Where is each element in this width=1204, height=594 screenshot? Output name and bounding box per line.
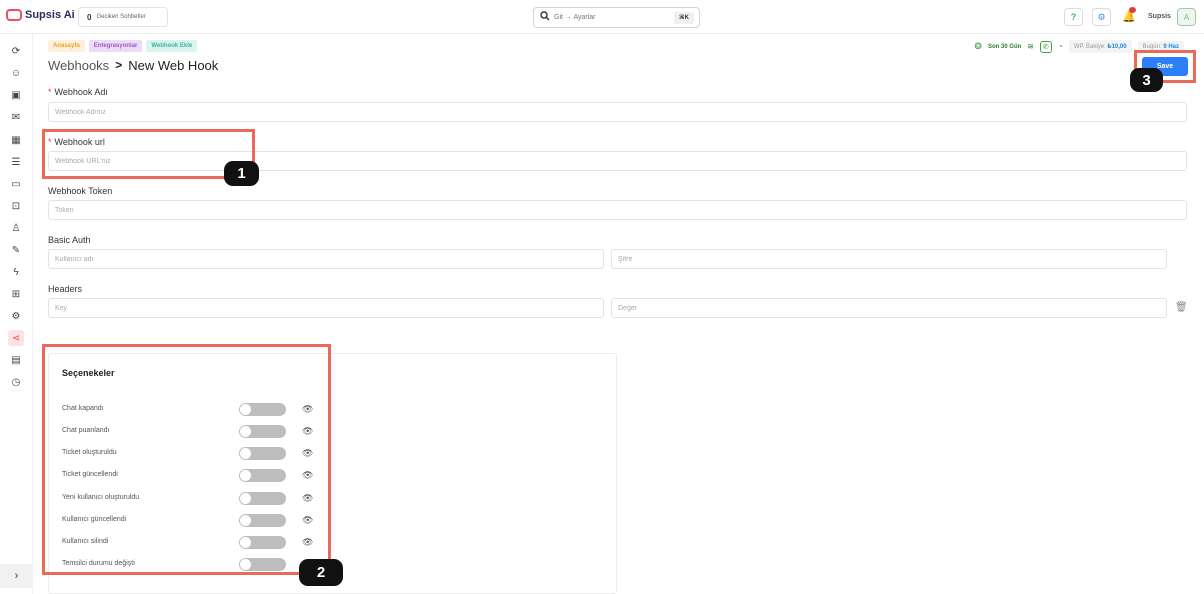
logo[interactable]: Supsis Ai (6, 9, 75, 21)
webhook-name-label: * Webhook Adı (48, 87, 108, 97)
header-key-input[interactable] (48, 298, 604, 318)
calendar-icon[interactable]: ▦ (8, 132, 24, 148)
delayed-chats-button[interactable]: 0 Geciken Sohbetler (78, 7, 168, 27)
page-title: Webhooks > New Web Hook (48, 58, 218, 73)
title-separator: > (115, 58, 123, 72)
ticket-icon[interactable]: ▭ (8, 176, 24, 192)
breadcrumb-home[interactable]: Anasayfa (48, 40, 85, 52)
top-bar: Supsis Ai 0 Geciken Sohbetler Git → Ayar… (0, 0, 1204, 34)
mail-icon[interactable]: ✉ (8, 109, 24, 125)
logo-text: Supsis Ai (25, 9, 75, 21)
webhook-token-input[interactable] (48, 200, 1187, 220)
title-webhooks-link[interactable]: Webhooks (48, 58, 109, 73)
notification-bell-icon[interactable]: 🔔 (1122, 7, 1136, 23)
search-icon (540, 11, 550, 24)
balance-badge: WP. Bakiye: ₺10,00 (1068, 40, 1132, 53)
grid-icon[interactable]: ⊞ (8, 286, 24, 302)
chevron-right-icon[interactable]: › (0, 564, 33, 588)
annotation-badge-3: 3 (1130, 68, 1163, 92)
webhook-name-input[interactable] (48, 102, 1187, 122)
user-icon[interactable]: ♙ (8, 220, 24, 236)
breadcrumb: Anasayfa Entegrasyonlar Webhook Ekle (48, 40, 198, 52)
highlight-options (42, 344, 331, 575)
today-label: Bugün: (1142, 43, 1162, 50)
logo-icon (6, 9, 22, 21)
status-icon: ◔ (1057, 42, 1063, 51)
annotation-badge-2: 2 (299, 559, 343, 586)
search-box[interactable]: Git → Ayarlar ⌘K (533, 7, 700, 28)
lightning-icon[interactable]: ϟ (8, 264, 24, 280)
header-value-input[interactable] (611, 298, 1167, 318)
delayed-chats-count: 0 (87, 12, 92, 22)
sidebar: ⟳ ☺ ▣ ✉ ▦ ☰ ▭ ⊡ ♙ ✎ ϟ ⊞ ⚙ ⋖ ▤ ◷ › (0, 34, 33, 594)
help-icon[interactable]: ? (1064, 8, 1083, 26)
settings-icon[interactable]: ⚙ (8, 308, 24, 324)
chart-icon: ❂ (974, 41, 982, 51)
breadcrumb-webhook-add[interactable]: Webhook Ekle (146, 40, 198, 52)
webhook-token-label: Webhook Token (48, 186, 113, 196)
annotation-badge-1: 1 (224, 161, 259, 186)
chat-ai-icon[interactable]: ▣ (8, 87, 24, 103)
balance-value: ₺10,00 (1107, 44, 1127, 50)
share-icon[interactable]: ⋖ (8, 330, 24, 346)
webhook-name-label-text: Webhook Adı (54, 87, 108, 97)
auth-username-input[interactable] (48, 249, 604, 269)
search-shortcut: ⌘K (674, 11, 694, 24)
title-current: New Web Hook (128, 58, 219, 73)
refresh-icon[interactable]: ⟳ (8, 43, 24, 59)
breadcrumb-integrations[interactable]: Entegrasyonlar (88, 40, 143, 52)
headers-label: Headers (48, 284, 83, 294)
robot-icon[interactable]: ☺ (8, 65, 24, 81)
delayed-chats-label: Geciken Sohbetler (96, 14, 146, 20)
notification-dot (1129, 7, 1136, 13)
balance-label: WP. Bakiye: (1073, 44, 1106, 50)
brush-icon[interactable]: ✎ (8, 242, 24, 258)
gear-icon[interactable]: ⚙ (1092, 8, 1111, 26)
today-value: 9 Haz (1163, 43, 1179, 50)
clock-icon[interactable]: ◷ (8, 374, 24, 390)
cards-icon[interactable]: ▤ (8, 352, 24, 368)
search-input[interactable]: Git → Ayarlar (554, 14, 674, 21)
trash-icon[interactable]: 🗑 (1175, 302, 1188, 313)
avatar[interactable]: A (1177, 8, 1196, 26)
document-icon[interactable]: ☰ (8, 154, 24, 170)
user-name[interactable]: Supsis (1148, 13, 1171, 20)
auth-password-input[interactable] (611, 249, 1167, 269)
inbox-icon[interactable]: ⊡ (8, 198, 24, 214)
wifi-icon: ≋ (1027, 42, 1034, 51)
basic-auth-label: Basic Auth (48, 235, 91, 245)
whatsapp-icon[interactable]: ✆ (1039, 40, 1052, 53)
date-range[interactable]: Son 30 Gün (988, 44, 1021, 50)
